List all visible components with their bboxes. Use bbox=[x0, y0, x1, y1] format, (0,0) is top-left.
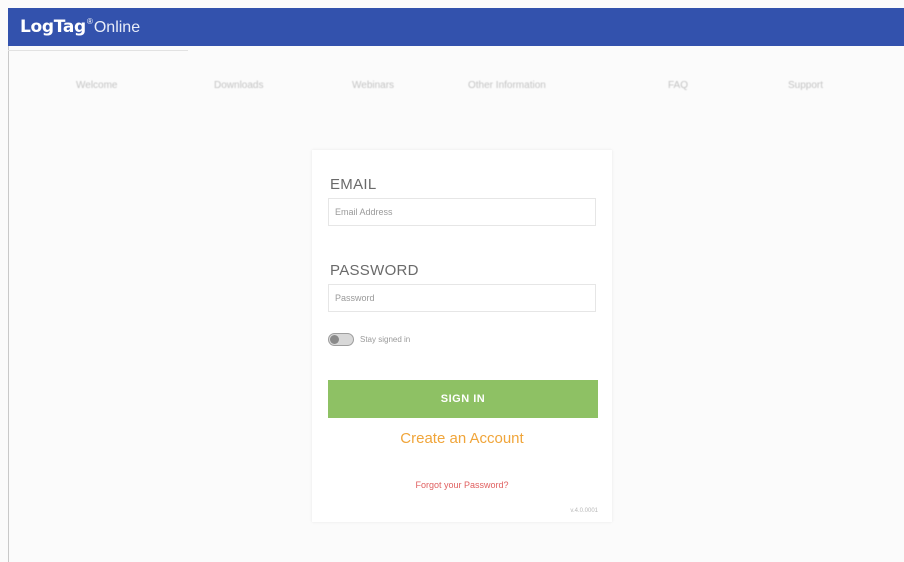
remember-me-row: Stay signed in bbox=[328, 333, 410, 346]
header-divider bbox=[8, 50, 188, 51]
nav-item-support[interactable]: Support bbox=[788, 80, 823, 91]
nav-item-welcome[interactable]: Welcome bbox=[76, 80, 118, 91]
login-card: EMAIL PASSWORD Stay signed in SIGN IN Cr… bbox=[312, 150, 612, 522]
email-label: EMAIL bbox=[330, 176, 377, 193]
nav-item-faq[interactable]: FAQ bbox=[668, 80, 688, 91]
header-bar: LogTag ® Online bbox=[8, 8, 904, 46]
registered-mark: ® bbox=[86, 17, 93, 26]
toggle-knob bbox=[330, 335, 339, 344]
logtag-logo[interactable]: LogTag ® Online bbox=[20, 17, 140, 37]
nav-item-other-information[interactable]: Other Information bbox=[468, 80, 546, 91]
top-navigation: Welcome Downloads Webinars Other Informa… bbox=[40, 80, 890, 104]
nav-item-webinars[interactable]: Webinars bbox=[352, 80, 394, 91]
page: LogTag ® Online Welcome Downloads Webina… bbox=[0, 0, 904, 562]
nav-item-downloads[interactable]: Downloads bbox=[214, 80, 263, 91]
brand-suffix: Online bbox=[93, 19, 141, 36]
remember-me-toggle[interactable] bbox=[328, 333, 354, 346]
sign-in-button[interactable]: SIGN IN bbox=[328, 380, 598, 418]
remember-me-label: Stay signed in bbox=[360, 335, 411, 344]
password-label: PASSWORD bbox=[330, 262, 419, 279]
password-field[interactable] bbox=[328, 284, 596, 312]
forgot-password-link[interactable]: Forgot your Password? bbox=[312, 480, 612, 490]
email-field[interactable] bbox=[328, 198, 596, 226]
brand-name: LogTag bbox=[20, 17, 86, 37]
version-text: v.4.0.0001 bbox=[570, 508, 598, 514]
create-account-link[interactable]: Create an Account bbox=[312, 430, 612, 447]
left-border bbox=[8, 46, 9, 562]
